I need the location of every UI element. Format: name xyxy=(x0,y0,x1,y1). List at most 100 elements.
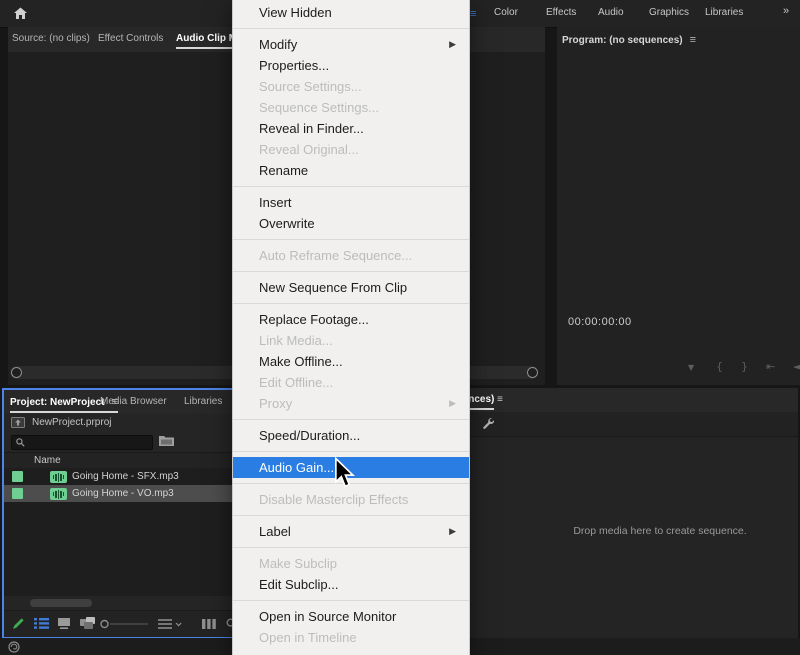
menu-item-label: Make Subclip xyxy=(259,556,337,571)
folder-up-icon[interactable] xyxy=(11,417,25,428)
go-to-in-icon[interactable]: ⇤ xyxy=(766,360,775,373)
workspace-overflow-icon[interactable]: » xyxy=(783,5,788,17)
automate-sequence-icon[interactable] xyxy=(202,619,216,629)
menu-item-label: Overwrite xyxy=(259,216,315,231)
freeform-view-icon[interactable] xyxy=(80,617,96,629)
workspace-menu-icon[interactable]: ≡ xyxy=(470,8,476,20)
drop-media-hint: Drop media here to create sequence. xyxy=(573,525,746,537)
chevron-right-icon: ▶ xyxy=(449,521,456,542)
zoom-handle-left[interactable] xyxy=(11,367,22,378)
menu-separator xyxy=(233,547,469,548)
project-panel-tabbar: Project: NewProject≡Media BrowserLibrari… xyxy=(4,390,234,414)
search-input[interactable] xyxy=(11,435,153,450)
tab-effect-controls[interactable]: Effect Controls xyxy=(98,33,163,44)
project-clip-list: Going Home - SFX.mp3 Going Home - VO.mp3 xyxy=(4,468,234,596)
wrench-icon[interactable] xyxy=(482,417,495,430)
breadcrumb[interactable]: NewProject.prproj xyxy=(32,417,111,428)
panel-menu-icon[interactable]: ≡ xyxy=(497,394,503,405)
clip-name: Going Home - VO.mp3 xyxy=(72,488,174,499)
zoom-slider[interactable] xyxy=(100,619,150,629)
clip-label-chip[interactable] xyxy=(12,471,23,482)
workspace-tab-audio[interactable]: Audio xyxy=(598,7,624,18)
menu-item-reveal-in-finder[interactable]: Reveal in Finder... xyxy=(233,118,469,139)
menu-item-label: Link Media... xyxy=(259,333,333,348)
menu-item-proxy: Proxy▶ xyxy=(233,393,469,414)
tab-media-browser[interactable]: Media Browser xyxy=(100,396,167,407)
menu-item-overwrite[interactable]: Overwrite xyxy=(233,213,469,234)
project-toolbar xyxy=(4,610,234,637)
menu-item-rename[interactable]: Rename xyxy=(233,160,469,181)
mouse-cursor-arrow xyxy=(334,457,356,489)
menu-item-label: Open in Timeline xyxy=(259,630,357,645)
tab-program[interactable]: Program: (no sequences)≡ xyxy=(562,34,696,46)
menu-separator xyxy=(233,186,469,187)
list-view-icon[interactable] xyxy=(34,618,49,629)
menu-item-label: Open in Source Monitor xyxy=(259,609,396,624)
column-header-row[interactable]: Name xyxy=(4,452,234,469)
column-header-name[interactable]: Name xyxy=(34,455,61,466)
marker-icon[interactable]: ▼ xyxy=(688,363,694,372)
menu-item-make-offline[interactable]: Make Offline... xyxy=(233,351,469,372)
menu-item-label: Edit Subclip... xyxy=(259,577,339,592)
premiere-app-window: ≡ Color Effects Audio Graphics Libraries » S… xyxy=(0,0,800,655)
menu-item-sequence-settings: Sequence Settings... xyxy=(233,97,469,118)
creative-cloud-sync-icon[interactable] xyxy=(8,641,20,653)
menu-separator xyxy=(233,28,469,29)
menu-item-replace-footage[interactable]: Replace Footage... xyxy=(233,309,469,330)
audio-clip-icon xyxy=(50,488,67,500)
workspace-tab-libraries[interactable]: Libraries xyxy=(705,7,743,18)
menu-item-insert[interactable]: Insert xyxy=(233,192,469,213)
workspace-tab-effects[interactable]: Effects xyxy=(546,7,576,18)
panel-menu-icon[interactable]: ≡ xyxy=(690,34,696,46)
menu-item-label: Modify xyxy=(259,37,297,52)
menu-item-label: Make Offline... xyxy=(259,354,343,369)
menu-item-open-in-source-monitor[interactable]: Open in Source Monitor xyxy=(233,606,469,627)
workspace-tab-graphics[interactable]: Graphics xyxy=(649,7,689,18)
tab-source-no-clips[interactable]: Source: (no clips) xyxy=(12,33,90,44)
menu-item-label: Speed/Duration... xyxy=(259,428,360,443)
menu-item-link-media: Link Media... xyxy=(233,330,469,351)
horizontal-scrollbar[interactable] xyxy=(30,599,92,607)
menu-item-label: New Sequence From Clip xyxy=(259,280,407,295)
home-icon[interactable] xyxy=(13,6,28,21)
mark-out-icon[interactable]: } xyxy=(741,360,748,373)
menu-separator xyxy=(233,271,469,272)
menu-item-label: Rename xyxy=(259,163,308,178)
new-bin-icon[interactable] xyxy=(158,434,175,448)
menu-item-label: Auto Reframe Sequence... xyxy=(259,248,412,263)
menu-item-edit-offline: Edit Offline... xyxy=(233,372,469,393)
menu-item-auto-reframe-sequence: Auto Reframe Sequence... xyxy=(233,245,469,266)
menu-item-view-hidden[interactable]: View Hidden xyxy=(233,2,469,23)
menu-item-speed-duration[interactable]: Speed/Duration... xyxy=(233,425,469,446)
icon-view-icon[interactable] xyxy=(58,618,70,629)
sort-icon[interactable] xyxy=(158,619,182,629)
menu-separator xyxy=(233,600,469,601)
menu-item-label[interactable]: Label▶ xyxy=(233,521,469,542)
menu-item-modify[interactable]: Modify ▶ xyxy=(233,34,469,55)
menu-item-label: Audio Gain... xyxy=(259,460,334,475)
workspace-tab-color[interactable]: Color xyxy=(494,7,518,18)
program-panel-tabbar: Program: (no sequences)≡ xyxy=(557,27,800,52)
menu-separator xyxy=(233,515,469,516)
chevron-right-icon: ▶ xyxy=(449,34,456,55)
menu-item-edit-subclip[interactable]: Edit Subclip... xyxy=(233,574,469,595)
tab-libraries[interactable]: Libraries xyxy=(184,396,222,407)
table-row[interactable]: Going Home - SFX.mp3 xyxy=(4,468,234,485)
menu-item-label: Properties... xyxy=(259,58,329,73)
step-back-icon[interactable]: ◄ xyxy=(793,360,800,373)
menu-item-label: Reveal in Finder... xyxy=(259,121,364,136)
menu-item-source-settings: Source Settings... xyxy=(233,76,469,97)
program-monitor-panel: Program: (no sequences)≡ 00:00:00:00 ▼{}… xyxy=(557,27,800,385)
menu-item-properties[interactable]: Properties... xyxy=(233,55,469,76)
table-row[interactable]: Going Home - VO.mp3 xyxy=(4,485,234,502)
menu-item-new-sequence-from-clip[interactable]: New Sequence From Clip xyxy=(233,277,469,298)
menu-item-label: View Hidden xyxy=(259,5,332,20)
pencil-icon[interactable] xyxy=(12,617,25,630)
clip-label-chip[interactable] xyxy=(12,488,23,499)
zoom-handle-right[interactable] xyxy=(527,367,538,378)
audio-clip-icon xyxy=(50,471,67,483)
menu-item-label: Reveal Original... xyxy=(259,142,359,157)
mark-in-icon[interactable]: { xyxy=(716,360,723,373)
program-transport-controls: ▼ {} ⇤ ◄ xyxy=(557,357,800,377)
menu-item-label: Source Settings... xyxy=(259,79,362,94)
